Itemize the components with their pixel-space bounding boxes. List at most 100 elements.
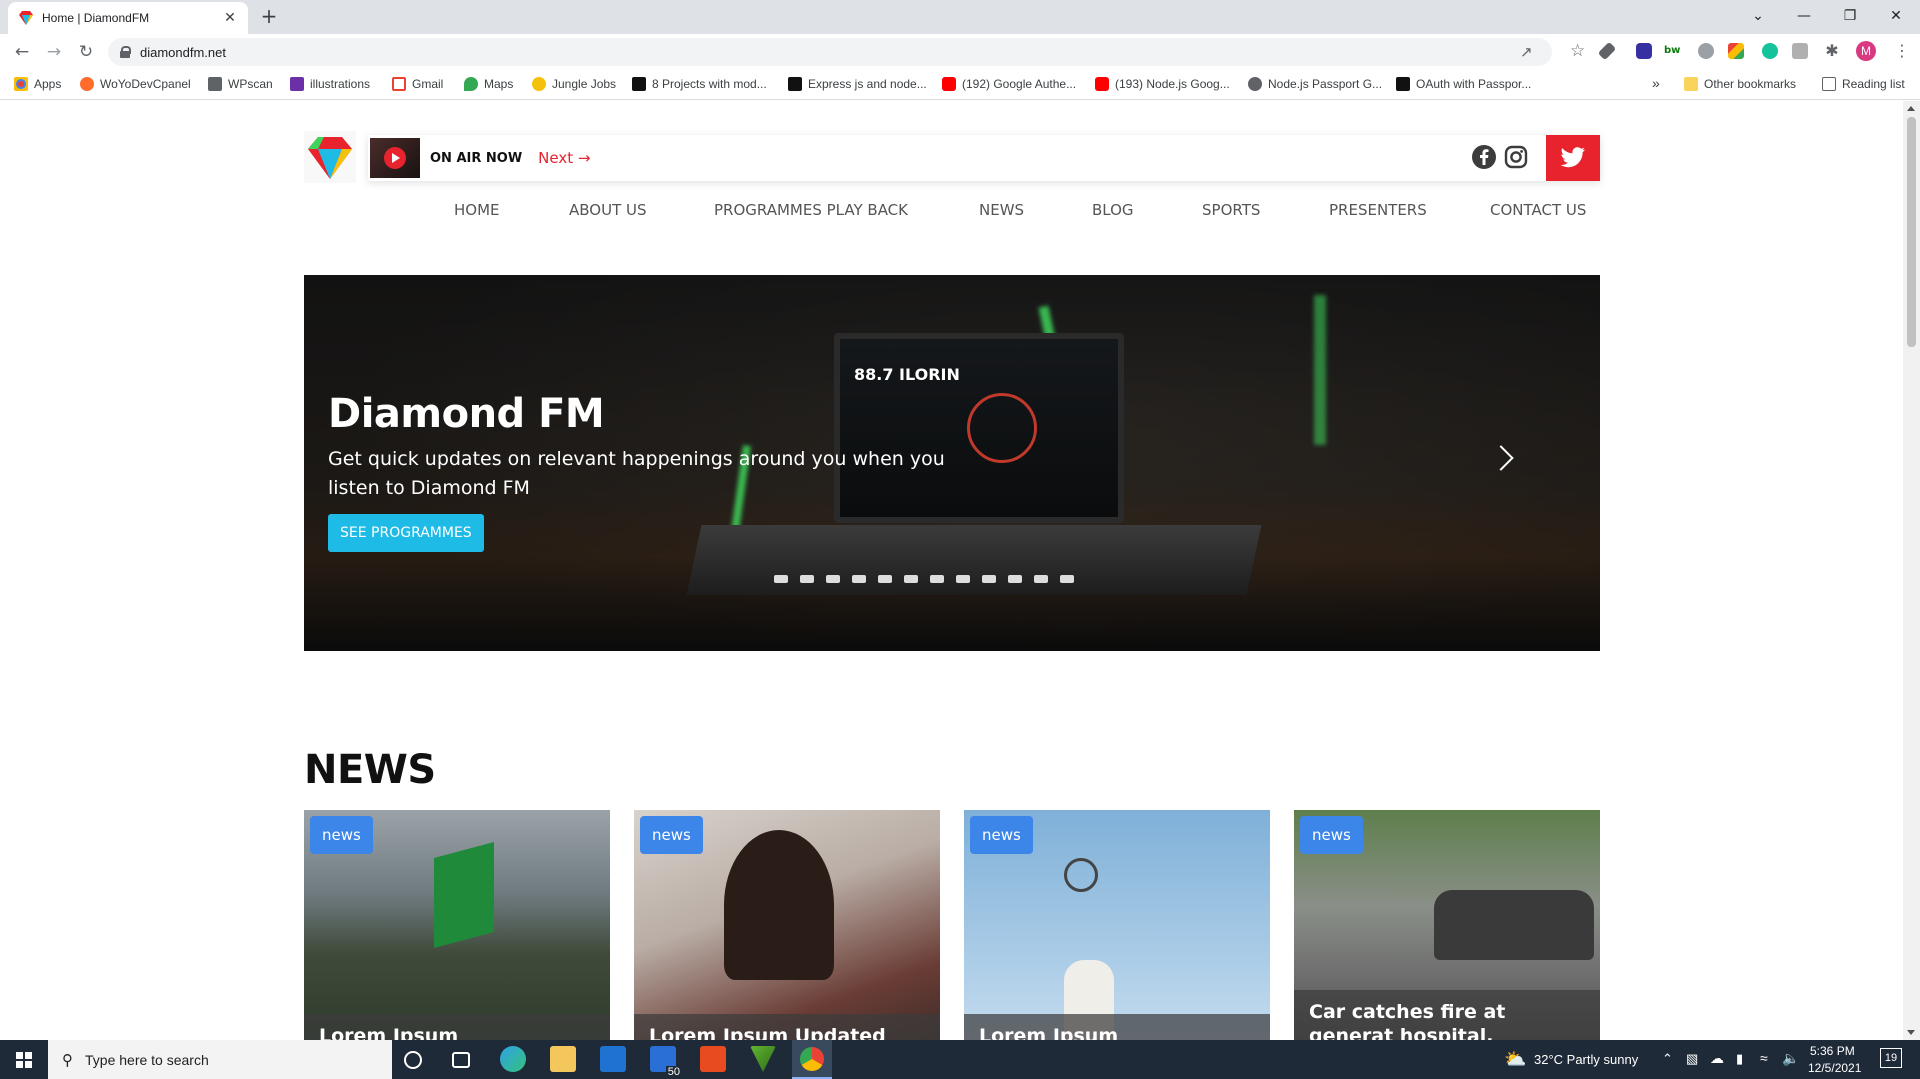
scroll-up-arrow-icon[interactable]: [1907, 106, 1915, 111]
grey-extension-icon[interactable]: [1792, 43, 1808, 59]
extensions-puzzle-icon[interactable]: ✱: [1824, 43, 1840, 59]
bookmarks-bar: Apps WoYoDevCpanel WPscan illustrations …: [0, 70, 1920, 100]
news-card[interactable]: news Lorem Ipsum: [304, 810, 610, 1040]
wifi-icon[interactable]: ≈: [1760, 1050, 1768, 1066]
bookmark-google-auth[interactable]: (192) Google Authe...: [942, 77, 1076, 91]
chrome-taskbar-button[interactable]: [792, 1040, 832, 1079]
bookmark-label: (192) Google Authe...: [962, 77, 1077, 91]
tab-search-icon[interactable]: ⌄: [1740, 4, 1776, 28]
bookmark-star-icon[interactable]: ☆: [1570, 41, 1585, 61]
clock-time[interactable]: 5:36 PM: [1810, 1044, 1855, 1058]
diamondfm-favicon-icon: [19, 11, 33, 25]
windows-start-icon[interactable]: [0, 1040, 48, 1079]
news-card[interactable]: news Car catches fire at generat hospita…: [1294, 810, 1600, 1040]
browser-menu-icon[interactable]: ⋮: [1894, 43, 1910, 59]
news-card-title[interactable]: Lorem Ipsum: [304, 1014, 610, 1040]
task-view-icon[interactable]: [452, 1052, 470, 1068]
file-explorer-icon[interactable]: [550, 1046, 576, 1072]
restore-button[interactable]: ❐: [1832, 4, 1868, 28]
volume-icon[interactable]: 🔈: [1782, 1050, 1799, 1067]
weather-text[interactable]: 32°C Partly sunny: [1534, 1052, 1638, 1067]
cortana-icon[interactable]: [404, 1051, 422, 1069]
reading-list-button[interactable]: Reading list: [1822, 77, 1905, 91]
minimize-button[interactable]: —: [1786, 4, 1822, 28]
new-tab-button[interactable]: +: [258, 6, 280, 28]
bookmark-8-projects[interactable]: 8 Projects with mod...: [632, 77, 767, 91]
back-arrow-icon[interactable]: ←: [10, 40, 34, 64]
notifications-button[interactable]: 19: [1880, 1048, 1902, 1068]
tab-close-icon[interactable]: ✕: [222, 10, 238, 26]
bookmark-nodejs-google[interactable]: (193) Node.js Goog...: [1095, 77, 1230, 91]
nav-about-us[interactable]: ABOUT US: [569, 201, 647, 219]
news-card-title[interactable]: Lorem Ipsum Updated: [634, 1014, 940, 1040]
nav-blog[interactable]: BLOG: [1092, 201, 1134, 219]
grammarly-icon[interactable]: [1762, 43, 1778, 59]
news-badge[interactable]: news: [640, 816, 703, 854]
slider-next-arrow-icon[interactable]: [1488, 445, 1514, 471]
scroll-down-arrow-icon[interactable]: [1907, 1030, 1915, 1035]
bookmark-gmail[interactable]: Gmail: [392, 77, 443, 91]
vim-icon[interactable]: [750, 1046, 776, 1072]
tray-device-icon[interactable]: ▧: [1686, 1051, 1698, 1067]
twitter-bird-icon: [1560, 147, 1585, 168]
mail-icon[interactable]: 50: [650, 1046, 682, 1078]
bw-extension-icon[interactable]: bw: [1664, 43, 1680, 59]
office-icon[interactable]: [700, 1046, 726, 1072]
store-icon[interactable]: [600, 1046, 626, 1072]
bookmark-jungle-jobs[interactable]: Jungle Jobs: [532, 77, 616, 91]
profile-avatar[interactable]: M: [1856, 41, 1876, 61]
bookmarks-overflow-button[interactable]: »: [1652, 75, 1660, 91]
bookmark-express-js[interactable]: Express js and node...: [788, 77, 927, 91]
see-programmes-button[interactable]: SEE PROGRAMMES: [328, 514, 484, 552]
next-link[interactable]: Next →: [538, 149, 590, 167]
edge-browser-icon[interactable]: [500, 1046, 526, 1072]
twitter-button[interactable]: [1546, 135, 1600, 181]
nav-home[interactable]: HOME: [454, 201, 500, 219]
news-badge[interactable]: news: [1300, 816, 1363, 854]
forward-arrow-icon[interactable]: →: [42, 40, 66, 64]
reload-icon[interactable]: ↻: [74, 40, 98, 64]
bookmark-passport-google[interactable]: Node.js Passport G...: [1248, 77, 1382, 91]
instagram-icon[interactable]: [1502, 143, 1530, 171]
browser-tab[interactable]: Home | DiamondFM ✕: [8, 2, 248, 34]
onedrive-cloud-icon[interactable]: ☁: [1710, 1050, 1724, 1067]
nav-presenters[interactable]: PRESENTERS: [1329, 201, 1427, 219]
news-badge[interactable]: news: [310, 816, 373, 854]
share-icon[interactable]: ↗: [1520, 43, 1533, 61]
bookmark-wpscan[interactable]: WPscan: [208, 77, 273, 91]
news-badge[interactable]: news: [970, 816, 1033, 854]
news-card-title[interactable]: Lorem Ipsum: [964, 1014, 1270, 1040]
scrollbar-thumb[interactable]: [1907, 117, 1916, 347]
clock-date[interactable]: 12/5/2021: [1808, 1061, 1861, 1075]
play-icon[interactable]: [384, 147, 406, 169]
bookmark-maps[interactable]: Maps: [464, 77, 513, 91]
address-bar[interactable]: diamondfm.net ↗ ☆: [108, 38, 1585, 66]
news-card[interactable]: news Lorem Ipsum Updated: [634, 810, 940, 1040]
show-hidden-icons-icon[interactable]: ⌃: [1662, 1051, 1673, 1067]
diamondfm-logo[interactable]: [304, 131, 356, 183]
page-scrollbar[interactable]: [1903, 101, 1920, 1040]
news-card[interactable]: news Lorem Ipsum: [964, 810, 1270, 1040]
nav-sports[interactable]: SPORTS: [1202, 201, 1260, 219]
search-placeholder: Type here to search: [85, 1051, 209, 1068]
weather-sun-icon[interactable]: ⛅: [1504, 1049, 1526, 1070]
circle-extension-icon[interactable]: [1698, 43, 1714, 59]
close-window-button[interactable]: ✕: [1878, 4, 1914, 28]
eyedropper-extension-icon[interactable]: [1597, 41, 1617, 61]
nav-news[interactable]: NEWS: [979, 201, 1024, 219]
on-air-thumbnail[interactable]: [370, 138, 420, 178]
colorful-extension-icon[interactable]: [1728, 43, 1744, 59]
taskbar-search-box[interactable]: ⚲ Type here to search: [48, 1040, 392, 1079]
bookmark-apps[interactable]: Apps: [14, 77, 61, 91]
nav-contact-us[interactable]: CONTACT US: [1490, 201, 1586, 219]
nav-programmes-play-back[interactable]: PROGRAMMES PLAY BACK: [714, 201, 908, 219]
news-card-title[interactable]: Car catches fire at generat hospital, Su…: [1294, 990, 1600, 1040]
other-bookmarks-folder[interactable]: Other bookmarks: [1684, 77, 1796, 91]
battery-icon[interactable]: ▮: [1736, 1051, 1743, 1067]
wpscan-icon: [208, 77, 222, 91]
facebook-icon[interactable]: [1470, 143, 1498, 171]
bookmark-oauth-passport[interactable]: OAuth with Passpor...: [1396, 77, 1531, 91]
bookmark-woyodevcpanel[interactable]: WoYoDevCpanel: [80, 77, 191, 91]
bookmark-illustrations[interactable]: illustrations: [290, 77, 370, 91]
extension-badge-icon[interactable]: [1636, 43, 1652, 59]
